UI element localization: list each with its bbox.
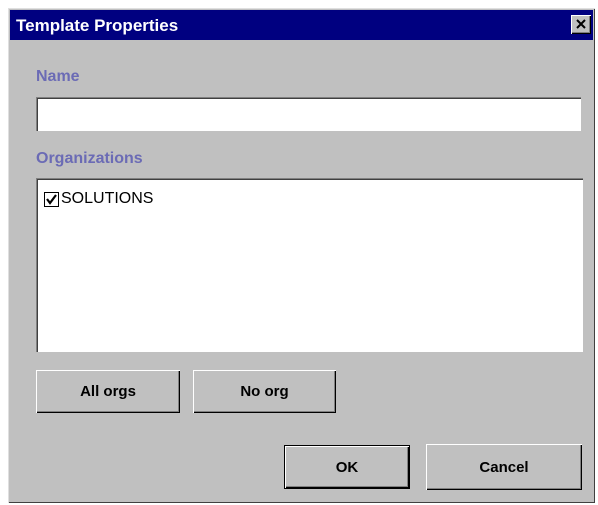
title-bar[interactable]: Template Properties (10, 10, 593, 40)
org-checkbox[interactable] (44, 191, 59, 207)
close-button[interactable] (571, 15, 591, 34)
organizations-label: Organizations (36, 150, 143, 167)
template-properties-dialog: Template Properties Name Organizations S… (8, 8, 595, 503)
checkmark-icon (46, 193, 57, 205)
org-label: SOLUTIONS (61, 190, 154, 207)
cancel-button[interactable]: Cancel (426, 444, 582, 490)
all-orgs-button[interactable]: All orgs (36, 370, 180, 413)
name-input[interactable] (36, 97, 581, 131)
name-label: Name (36, 68, 80, 85)
close-icon (576, 19, 586, 29)
list-item[interactable]: SOLUTIONS (44, 190, 153, 208)
ok-button[interactable]: OK (285, 446, 409, 488)
organizations-list[interactable]: SOLUTIONS (36, 178, 583, 352)
no-org-button[interactable]: No org (193, 370, 336, 413)
window-title: Template Properties (16, 16, 179, 35)
